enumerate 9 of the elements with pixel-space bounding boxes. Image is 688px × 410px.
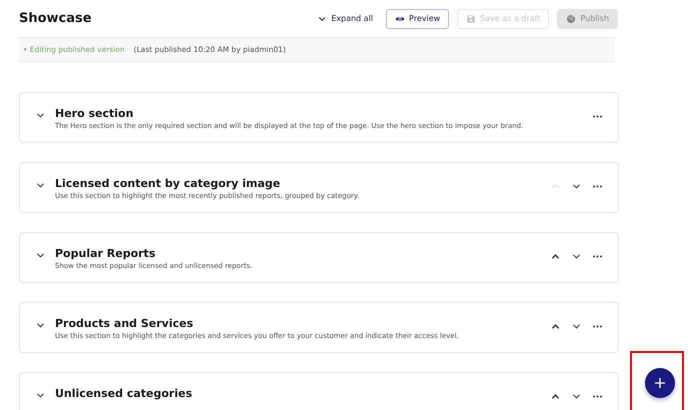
- section-title: Licensed content by category image: [55, 176, 282, 191]
- section-title: Hero section: [55, 106, 134, 121]
- preview-button[interactable]: Preview: [386, 8, 450, 28]
- add-section-button[interactable]: +: [645, 368, 675, 398]
- page-title: Showcase: [19, 11, 92, 26]
- section-title: Products and Services: [55, 316, 194, 331]
- section-title: Popular Reports: [55, 246, 156, 261]
- globe-icon: [566, 14, 576, 24]
- section-title: Unlicensed categories: [55, 386, 194, 401]
